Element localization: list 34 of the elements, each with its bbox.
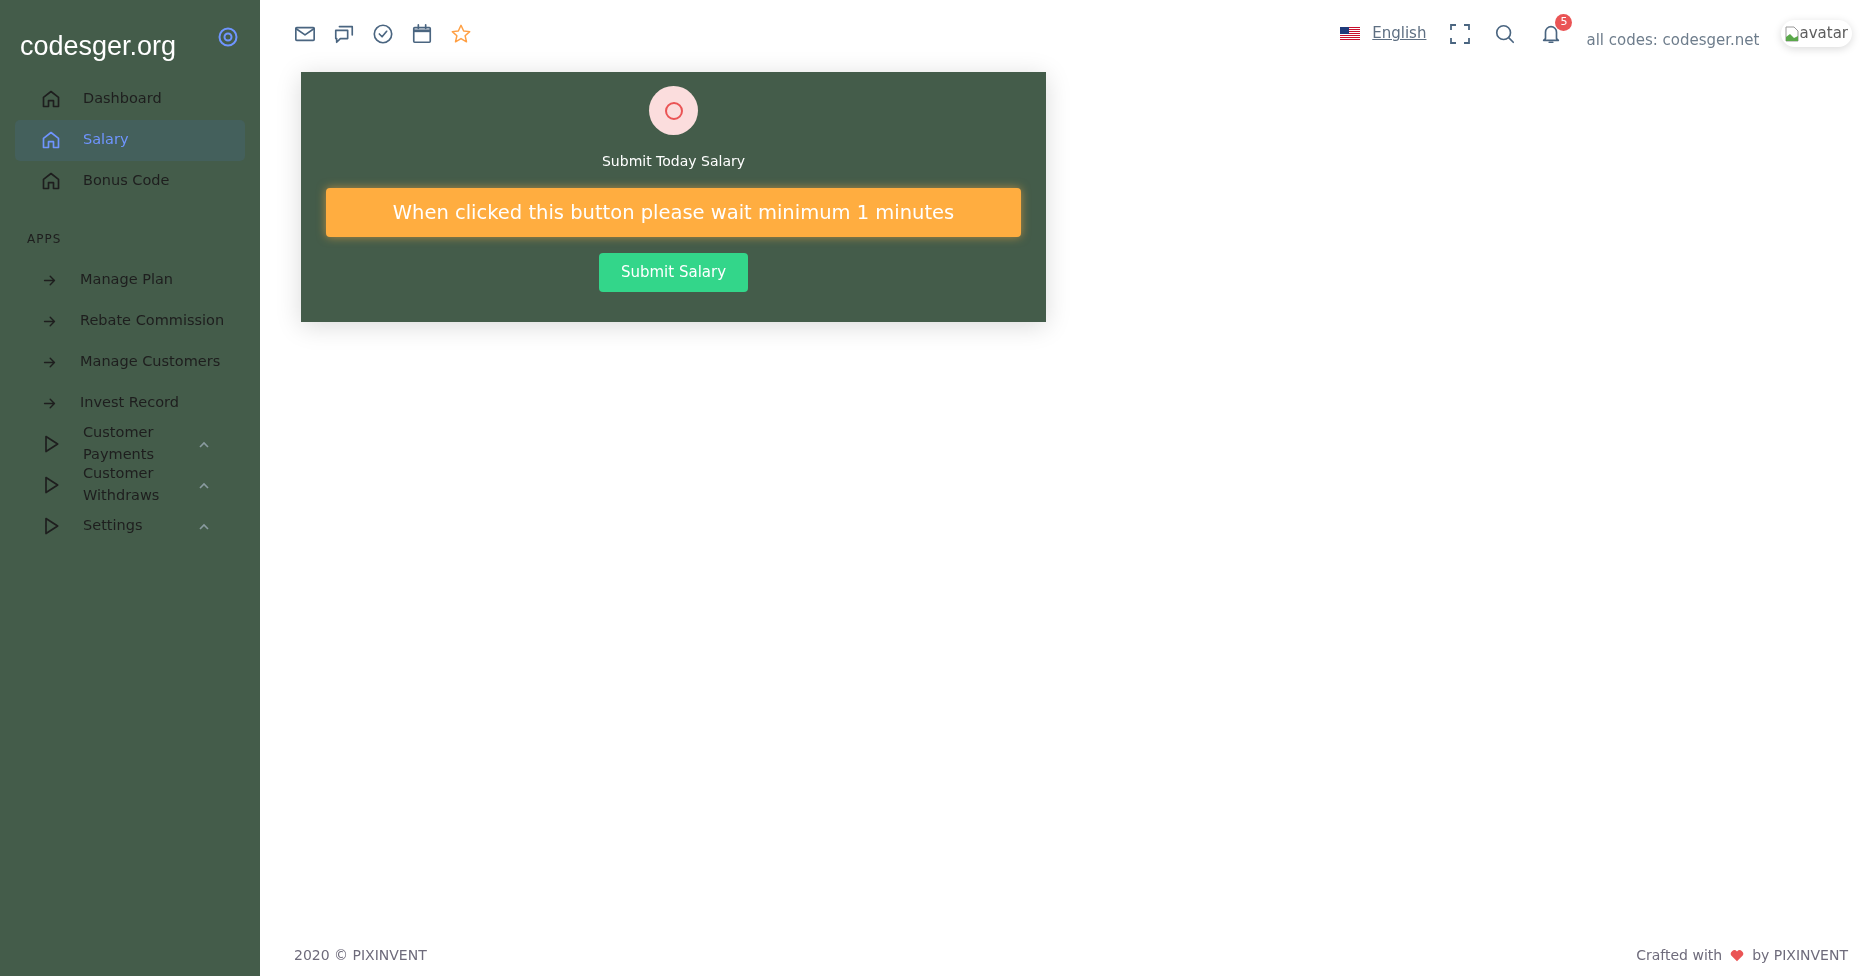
- section-heading: APPS: [26, 230, 63, 248]
- navbar-text: all codes: codesger.net: [1586, 29, 1760, 51]
- sidebar-item[interactable]: Rebate Commission: [15, 300, 245, 342]
- sidebar-item[interactable]: Manage Plan: [15, 259, 245, 301]
- sidebar-toggle-icon[interactable]: [218, 27, 238, 47]
- sidebar-item[interactable]: Salary: [15, 119, 245, 161]
- warning-alert: When clicked this button please wait minimum 1 minutes: [326, 188, 1021, 238]
- broken-image-icon: [1785, 25, 1800, 42]
- fullscreen-icon[interactable]: [1450, 23, 1471, 44]
- alert-icon: [649, 86, 698, 135]
- sidebar-item[interactable]: Dashboard: [15, 78, 245, 120]
- home-icon: [41, 130, 61, 150]
- card-title: Submit Today Salary: [602, 152, 745, 171]
- sidebar-item[interactable]: Customer Payments: [15, 423, 245, 465]
- footer-text: 2020 © PIXINVENT: [294, 946, 427, 965]
- check-circle-icon[interactable]: [372, 22, 394, 45]
- sidebar-item[interactable]: Customer Withdraws: [15, 464, 245, 506]
- brand-logo[interactable]: codesger.org: [20, 26, 177, 67]
- heart-icon: [1730, 949, 1745, 962]
- submit-button[interactable]: Submit Salary: [598, 253, 749, 292]
- sidebar-item[interactable]: Settings: [15, 505, 245, 547]
- sidebar-item[interactable]: Manage Customers: [15, 341, 245, 383]
- notification-badge: 5: [1555, 13, 1573, 31]
- calendar-icon[interactable]: [411, 22, 433, 45]
- sidebar-item[interactable]: Invest Record: [15, 382, 245, 424]
- us-flag-icon: [1340, 26, 1361, 41]
- home-icon: [41, 89, 61, 109]
- footer-text: Crafted with: [1636, 946, 1723, 965]
- search-icon[interactable]: [1494, 22, 1517, 45]
- language-selector[interactable]: English: [1340, 22, 1427, 45]
- sidebar-item[interactable]: Bonus Code: [15, 160, 245, 202]
- home-icon: [41, 171, 61, 191]
- footer-text: by PIXINVENT: [1752, 946, 1848, 965]
- star-icon[interactable]: [450, 22, 472, 45]
